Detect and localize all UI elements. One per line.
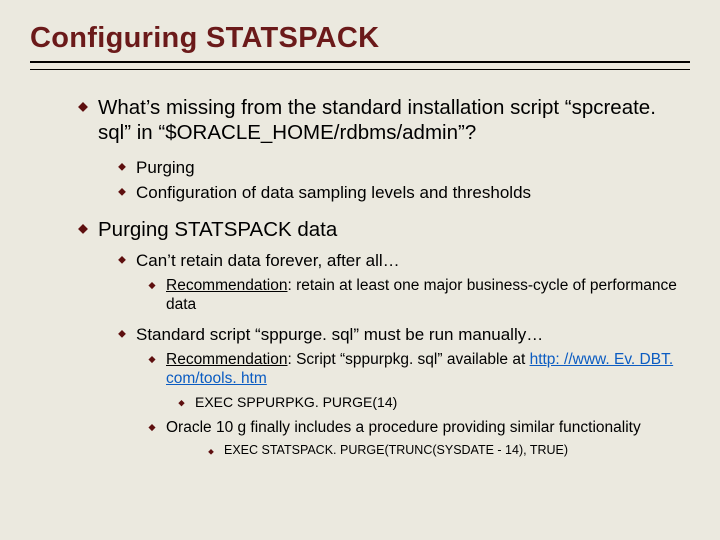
bullet-level3: Recommendation: retain at least one majo… (148, 276, 690, 315)
diamond-icon (118, 163, 126, 171)
bullet-level1: Purging STATSPACK data (78, 218, 690, 243)
recommendation-label: Recommendation (166, 351, 287, 368)
bullet-text: Oracle 10 g finally includes a procedure… (166, 418, 690, 437)
title-rule (30, 61, 690, 70)
bullet-level3: Recommendation: Script “sppurpkg. sql” a… (148, 350, 690, 389)
diamond-icon (118, 330, 126, 338)
bullet-text: Purging (136, 157, 690, 178)
recommendation-rest: : Script “sppurpkg. sql” available at (287, 351, 529, 368)
diamond-icon (118, 256, 126, 264)
bullet-text: Recommendation: retain at least one majo… (166, 276, 690, 315)
bullet-level5: EXEC STATSPACK. PURGE(TRUNC(SYSDATE - 14… (208, 443, 690, 459)
recommendation-label: Recommendation (166, 277, 287, 294)
diamond-icon (148, 424, 156, 432)
bullet-level4: EXEC SPPURPKG. PURGE(14) (178, 394, 690, 412)
bullet-level3: Oracle 10 g finally includes a procedure… (148, 418, 690, 437)
bullet-level2: Configuration of data sampling levels an… (118, 182, 690, 203)
diamond-icon (208, 449, 214, 455)
diamond-icon (78, 102, 88, 112)
bullet-level1: What’s missing from the standard install… (78, 96, 690, 145)
diamond-icon (118, 188, 126, 196)
bullet-text: Configuration of data sampling levels an… (136, 182, 690, 203)
bullet-level2: Purging (118, 157, 690, 178)
bullet-text: Purging STATSPACK data (98, 218, 690, 243)
diamond-icon (78, 224, 88, 234)
bullet-level2: Can’t retain data forever, after all… (118, 250, 690, 271)
bullet-text: EXEC SPPURPKG. PURGE(14) (195, 394, 690, 412)
bullet-text: Can’t retain data forever, after all… (136, 250, 690, 271)
diamond-icon (178, 400, 185, 407)
bullet-text: What’s missing from the standard install… (98, 96, 690, 145)
diamond-icon (148, 282, 156, 290)
slide: Configuring STATSPACK What’s missing fro… (0, 0, 720, 485)
bullet-text: EXEC STATSPACK. PURGE(TRUNC(SYSDATE - 14… (224, 443, 690, 459)
slide-title: Configuring STATSPACK (30, 22, 690, 55)
bullet-text: Recommendation: Script “sppurpkg. sql” a… (166, 350, 690, 389)
bullet-text: Standard script “sppurge. sql” must be r… (136, 324, 690, 345)
bullet-level2: Standard script “sppurge. sql” must be r… (118, 324, 690, 345)
diamond-icon (148, 356, 156, 364)
